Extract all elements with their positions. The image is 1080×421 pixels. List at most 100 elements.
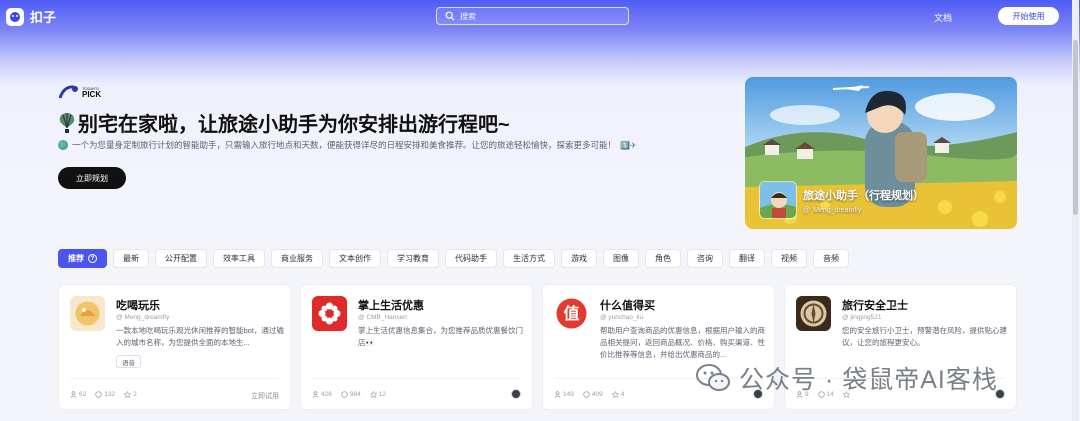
hero-description: 一个为您量身定制旅行计划的智能助手，只需输入旅行地点和天数，便能获得详尽的日程安… [58, 139, 637, 151]
bot-avatar [796, 296, 831, 331]
tab-recommended[interactable]: 推荐 ? [58, 249, 107, 268]
category-tabs: 推荐 ? 最新 公开配置 效率工具 商业服务 文本创作 学习教育 代码助手 生活… [58, 249, 849, 268]
balloon-icon [59, 112, 75, 133]
watermark-text: 公众号 · 袋鼠帝AI客栈 [739, 366, 998, 394]
bot-author: @ yunchao_liu [600, 314, 644, 321]
start-button[interactable]: 开始使用 [998, 7, 1059, 25]
hero-title: 别宅在家啦，让旅途小助手为你安排出游行程吧~ [58, 108, 510, 137]
bot-avatar [70, 296, 105, 331]
tab-productivity[interactable]: 效率工具 [213, 249, 265, 268]
bot-author: @ jingjing521 [842, 314, 882, 321]
plan-now-button[interactable]: 立即规划 [58, 167, 126, 189]
svg-text:值: 值 [563, 304, 579, 323]
tab-writing[interactable]: 文本创作 [329, 249, 381, 268]
users-count: 426 [321, 391, 332, 398]
chats-stat: 132 [95, 391, 115, 398]
stars-stat: 12 [369, 391, 386, 398]
bot-avatar: 值 [554, 296, 589, 331]
logo[interactable]: 扣子 [6, 7, 56, 26]
tab-consulting[interactable]: 咨询 [687, 249, 723, 268]
bot-author-name: jingjing521 [850, 314, 882, 321]
tab-lifestyle[interactable]: 生活方式 [503, 249, 555, 268]
at-icon: @ [803, 206, 811, 214]
tab-images[interactable]: 图像 [603, 249, 639, 268]
scrollbar-thumb[interactable] [1073, 40, 1078, 215]
search-icon [445, 11, 455, 21]
featured-bot-author: @ Meng_dreamfly [803, 207, 924, 214]
bot-author-name: yunchao_liu [608, 314, 644, 321]
stars-stat: 4 [611, 391, 625, 398]
wechat-icon [696, 364, 730, 391]
featured-bot-avatar [759, 181, 797, 219]
star-icon [124, 391, 132, 398]
bot-title: 掌上生活优惠 [358, 300, 424, 312]
bot-description: 掌上生活优惠信息集合，为您推荐品质优惠餐饮门店👀 [358, 326, 523, 347]
user-icon [312, 391, 319, 398]
users-stat: 426 [312, 391, 332, 398]
users-stat: 62 [70, 391, 86, 398]
globe-icon [58, 140, 68, 150]
bot-title: 吃喝玩乐 [116, 300, 160, 312]
users-count: 62 [79, 391, 87, 398]
bot-description: 一款本地吃喝玩乐观光休闲推荐的智能bot，通过输入的城市名称，为您提供全面的本地… [116, 326, 284, 347]
bot-author: @ CMB_Hansen [358, 314, 407, 321]
chats-count: 132 [104, 391, 116, 398]
tab-business[interactable]: 商业服务 [271, 249, 323, 268]
stars-count: 4 [620, 391, 625, 398]
chat-icon [583, 391, 590, 398]
todays-pick-badge: TODAY'S PICK [58, 84, 101, 102]
chats-stat: 984 [341, 391, 361, 398]
tab-translation[interactable]: 翻译 [729, 249, 765, 268]
bot-stats: 426 984 12 [312, 391, 386, 398]
bot-title: 旅行安全卫士 [842, 300, 908, 312]
tab-characters[interactable]: 角色 [645, 249, 681, 268]
bot-author-name: CMB_Hansen [366, 314, 407, 321]
chat-icon [95, 391, 102, 398]
card-divider [312, 378, 521, 379]
page-scrollbar[interactable] [1072, 0, 1079, 421]
hero-title-text: 别宅在家啦，让旅途小助手为你安排出游行程吧~ [78, 114, 510, 136]
bot-card[interactable]: 吃喝玩乐 @ Meng_dreamfly 一款本地吃喝玩乐观光休闲推荐的智能bo… [58, 284, 291, 410]
try-now-link[interactable]: 立即试用 [251, 391, 279, 401]
featured-bot-author-name: Meng_dreamfly [813, 206, 862, 214]
bot-description: 帮助用户查询商品的优惠信息，根据用户输入的商品相关提问，返回商品概况、价格、购买… [600, 326, 765, 359]
bot-description: 您的安全旅行小卫士，预警潜在风险，提供贴心建议，让您的旅程更安心。 [842, 326, 1007, 347]
chats-count: 984 [349, 391, 361, 398]
creator-avatar[interactable] [511, 389, 521, 399]
tab-latest[interactable]: 最新 [113, 249, 149, 268]
chat-icon [341, 391, 348, 398]
star-icon [369, 391, 377, 398]
watermark: 公众号 · 袋鼠帝AI客栈 [695, 360, 998, 396]
users-stat: 149 [554, 391, 574, 398]
coze-logo-icon [6, 7, 24, 26]
bot-tag: 语音 [116, 355, 141, 368]
bot-stats: 149 409 4 [554, 391, 624, 398]
tab-audio[interactable]: 音频 [813, 249, 849, 268]
tab-coding[interactable]: 代码助手 [445, 249, 497, 268]
stars-count: 12 [378, 391, 386, 398]
users-count: 149 [563, 391, 574, 398]
search-box[interactable] [436, 7, 629, 25]
search-input[interactable] [460, 11, 610, 21]
user-icon [70, 391, 77, 398]
bot-card[interactable]: 掌上生活优惠 @ CMB_Hansen 掌上生活优惠信息集合，为您推荐品质优惠餐… [300, 284, 533, 410]
hero-description-emoji: 1️⃣✈ [620, 140, 637, 150]
bot-author-name: Meng_dreamfly [124, 314, 170, 321]
user-icon [554, 391, 561, 398]
top-bar: 扣子 文档 开始使用 [0, 0, 1080, 34]
docs-link[interactable]: 文档 [934, 11, 952, 24]
pick-badge-icon [58, 85, 78, 99]
chats-count: 409 [591, 391, 603, 398]
tab-education[interactable]: 学习教育 [387, 249, 439, 268]
logo-text: 扣子 [30, 10, 57, 25]
bot-avatar [312, 296, 347, 331]
tab-public-config[interactable]: 公开配置 [155, 249, 207, 268]
tab-video[interactable]: 视频 [771, 249, 807, 268]
featured-bot-caption: 旅途小助手（行程规划） @ Meng_dreamfly [759, 181, 924, 219]
help-icon[interactable]: ? [88, 254, 97, 263]
bot-title: 什么值得买 [600, 300, 655, 312]
featured-bot-banner[interactable]: 旅途小助手（行程规划） @ Meng_dreamfly [745, 77, 1017, 229]
tab-games[interactable]: 游戏 [561, 249, 597, 268]
chats-stat: 409 [583, 391, 603, 398]
pick-badge-big-text: PICK [82, 90, 102, 99]
